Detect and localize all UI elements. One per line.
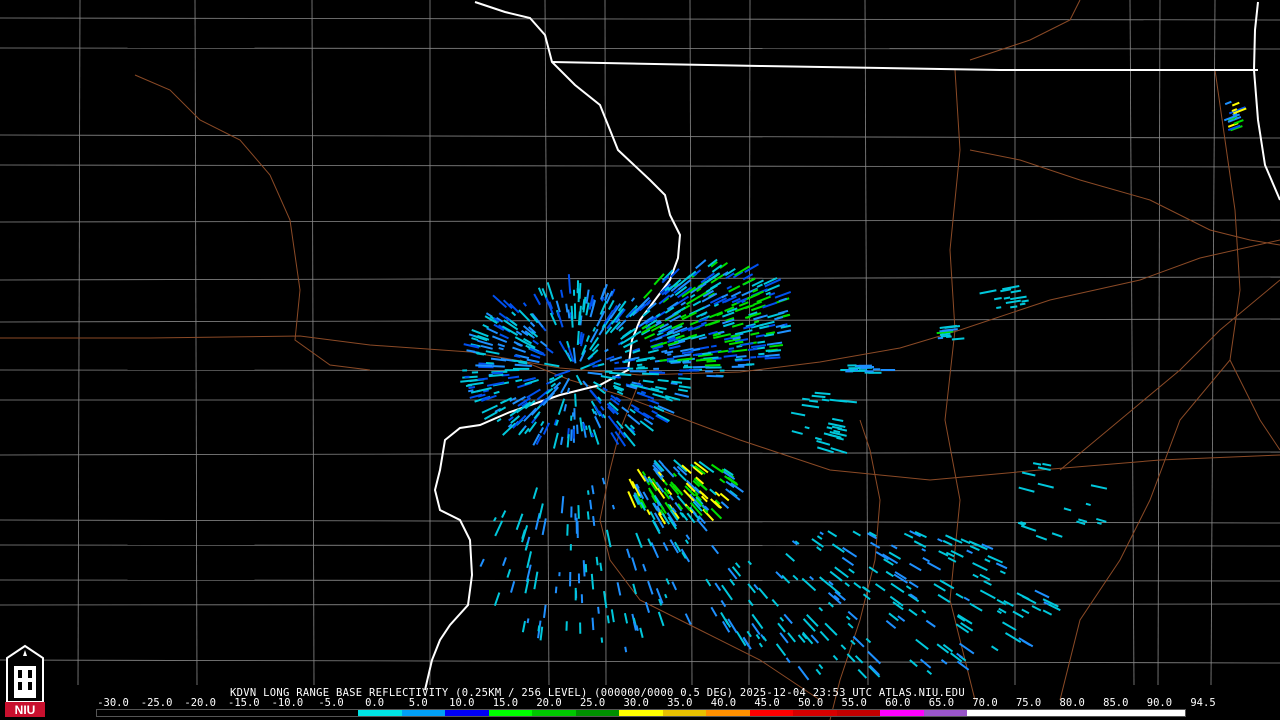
colorbar-segment <box>97 710 141 716</box>
colorbar-segment <box>749 710 794 716</box>
colorbar-segment <box>1010 710 1055 716</box>
colorbar-tick-label: 45.0 <box>754 697 780 709</box>
colorbar-tick-label: 55.0 <box>841 697 867 709</box>
colorbar-tick-label: -15.0 <box>227 697 260 709</box>
colorbar-segment <box>575 710 620 716</box>
colorbar-segment <box>314 710 359 716</box>
colorbar-segment <box>1097 710 1142 716</box>
colorbar-segment <box>358 710 402 716</box>
colorbar-tick-label: -25.0 <box>140 697 173 709</box>
colorbar-segment <box>836 710 881 716</box>
state-boundaries <box>424 1 1280 691</box>
colorbar-tick-label: 0.0 <box>365 697 385 709</box>
colorbar-tick-label: 65.0 <box>928 697 955 709</box>
colorbar-tick-label: 85.0 <box>1103 697 1129 709</box>
colorbar-tick-label: 90.0 <box>1146 697 1173 709</box>
colorbar-tick-label: -5.0 <box>318 697 344 709</box>
colorbar-tick-label: 5.0 <box>408 697 428 709</box>
colorbar-tick-label: 80.0 <box>1059 697 1085 709</box>
colorbar-tick-label: 10.0 <box>449 697 475 709</box>
colorbar-segment <box>967 710 1011 716</box>
colorbar-segment <box>532 710 576 716</box>
colorbar-segment <box>445 710 489 716</box>
colorbar-tick-label: 35.0 <box>667 697 693 709</box>
colorbar-tick-labels: -30.0 -25.0 -20.0 -15.0 -10.0 -5.0 0.0 5.0 10.0 1… <box>93 697 1215 709</box>
colorbar-segment <box>706 710 750 716</box>
colorbar-segment <box>271 710 315 716</box>
colorbar-tick-label: -20.0 <box>184 697 216 709</box>
colorbar-segment <box>1141 710 1185 716</box>
reflectivity-colorbar <box>96 709 1186 717</box>
colorbar-tick-label: -30.0 <box>97 697 129 709</box>
colorbar-segment <box>488 710 533 716</box>
colorbar-segment <box>923 710 968 716</box>
radar-map <box>0 0 1280 720</box>
colorbar-tick-label: 70.0 <box>972 697 998 709</box>
colorbar-segment <box>793 710 837 716</box>
colorbar-segment <box>880 710 924 716</box>
colorbar-tick-label: 15.0 <box>492 697 519 709</box>
colorbar-segment <box>227 710 272 716</box>
colorbar-tick-label: 40.0 <box>710 697 737 709</box>
county-boundaries <box>0 0 1280 686</box>
logo-text: NIU <box>15 703 36 717</box>
colorbar-tick-label: 75.0 <box>1015 697 1042 709</box>
colorbar-segment <box>401 710 446 716</box>
colorbar-tick-label: -10.0 <box>271 697 304 709</box>
colorbar-segment <box>140 710 185 716</box>
colorbar-tick-label: 50.0 <box>797 697 824 709</box>
colorbar-tick-label: 30.0 <box>623 697 649 709</box>
colorbar-segment <box>1054 710 1098 716</box>
niu-logo-icon: NIU <box>5 644 45 717</box>
colorbar-segment <box>619 710 663 716</box>
colorbar-tick-label: 20.0 <box>536 697 562 709</box>
colorbar-segment <box>184 710 228 716</box>
colorbar-tick-label: 94.5 <box>1190 697 1216 709</box>
colorbar-segment <box>662 710 707 716</box>
colorbar-tick-label: 60.0 <box>885 697 911 709</box>
colorbar-tick-label: 25.0 <box>579 697 606 709</box>
